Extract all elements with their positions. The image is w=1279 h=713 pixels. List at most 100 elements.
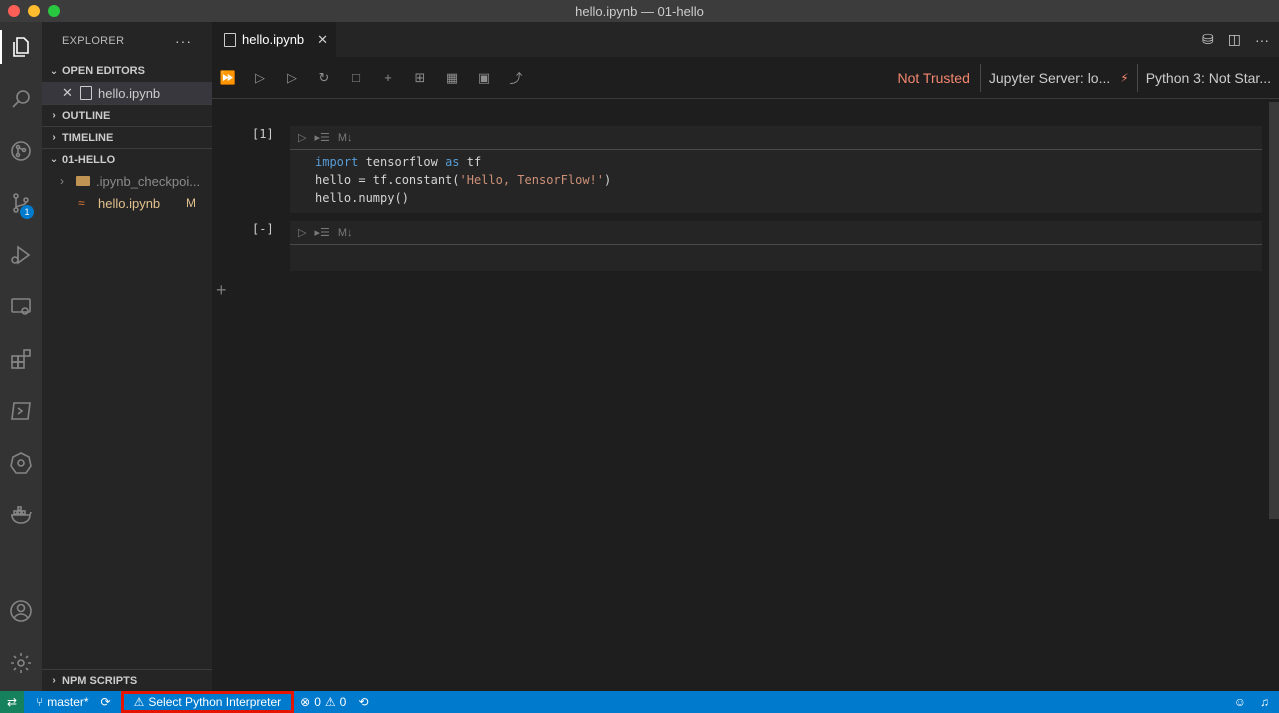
warning-icon: ⚠ [133, 695, 145, 709]
run-debug-icon[interactable] [0, 234, 42, 276]
chevron-right-icon: › [52, 675, 56, 686]
status-bar: ⇄ ⑂ master* ⟳ ⚠ Select Python Interprete… [0, 691, 1279, 713]
cell-type-toggle[interactable]: M↓ [338, 227, 353, 239]
open-editor-item[interactable]: ✕ hello.ipynb [42, 82, 212, 104]
select-interpreter-button[interactable]: ⚠ Select Python Interpreter [120, 691, 295, 713]
settings-icon[interactable] [0, 642, 42, 684]
restart-kernel-icon[interactable]: ↻ [308, 62, 340, 94]
run-cell-icon[interactable]: ▷ [298, 226, 306, 239]
close-window-button[interactable] [8, 5, 20, 17]
folder-label: 01-HELLO [62, 153, 116, 166]
notifications-icon[interactable]: ♫ [1260, 695, 1269, 709]
variables-table-icon[interactable]: ▦ [436, 62, 468, 94]
interrupt-kernel-icon[interactable]: □ [340, 62, 372, 94]
run-below-icon[interactable]: ▷ [276, 62, 308, 94]
not-trusted-button[interactable]: Not Trusted [888, 70, 980, 86]
source-control-icon[interactable] [0, 130, 42, 172]
scrollbar[interactable] [1269, 102, 1279, 519]
editor-actions: ⛁ ◫ ··· [1202, 22, 1275, 57]
clear-outputs-icon[interactable]: ⊞ [404, 62, 436, 94]
open-editor-label: hello.ipynb [98, 85, 161, 101]
code-cell[interactable]: ▷ ▸☰ M↓ import tensorflow as tf hello = … [290, 126, 1262, 213]
folder-section[interactable]: ⌄ 01-HELLO [42, 148, 212, 170]
split-editor-icon[interactable]: ◫ [1228, 31, 1241, 48]
code-cell[interactable]: ▷ ▸☰ M↓ [290, 221, 1262, 271]
docker-icon[interactable] [0, 494, 42, 536]
account-icon[interactable] [0, 590, 42, 632]
maximize-window-button[interactable] [48, 5, 60, 17]
error-icon: ⊗ [300, 695, 311, 709]
save-icon[interactable]: ▣ [468, 62, 500, 94]
extensions-icon[interactable] [0, 338, 42, 380]
problems-button[interactable]: ⊗ 0 ⚠ 0 [294, 691, 352, 713]
sync-button[interactable]: ⟳ [95, 691, 117, 713]
code-token: as [445, 155, 460, 169]
folder-item-checkpoints[interactable]: › .ipynb_checkpoi... [42, 170, 212, 192]
open-editors-section[interactable]: ⌄ OPEN EDITORS [42, 60, 212, 82]
close-icon[interactable]: ✕ [62, 85, 76, 101]
folder-icon [76, 176, 90, 186]
run-all-icon[interactable]: ⏩ [212, 62, 244, 94]
outline-label: OUTLINE [62, 109, 111, 122]
kernel-button[interactable]: Python 3: Not Star... [1136, 64, 1279, 92]
tab-label: hello.ipynb [242, 32, 305, 47]
scm-icon[interactable]: 1 [0, 182, 42, 224]
more-actions-icon[interactable]: ··· [1255, 32, 1269, 48]
branch-button[interactable]: ⑂ master* [30, 691, 95, 713]
more-actions-icon[interactable]: ··· [175, 33, 192, 49]
explorer-icon[interactable] [0, 26, 42, 68]
add-cell-icon[interactable]: + [372, 62, 404, 94]
code-token: ) [604, 173, 612, 187]
terminal-icon[interactable] [0, 390, 42, 432]
jupyter-server-label: Jupyter Server: lo... [988, 70, 1111, 86]
npm-scripts-section[interactable]: › NPM SCRIPTS [42, 669, 212, 691]
chevron-right-icon: › [52, 132, 56, 143]
window-controls [8, 5, 60, 17]
explorer-sidebar: EXPLORER ··· ⌄ OPEN EDITORS ✕ hello.ipyn… [42, 22, 212, 691]
cell-execution-count: [1] [252, 127, 274, 141]
chevron-right-icon: › [60, 174, 64, 188]
code-token: hello = tf.constant( [315, 173, 460, 187]
run-by-line-icon[interactable]: ▸☰ [314, 131, 329, 144]
notebook-icon: ≈ [78, 196, 85, 210]
warning-icon: ⚠ [324, 695, 336, 709]
file-item-hello[interactable]: ≈ hello.ipynb M [42, 192, 212, 214]
explorer-header: EXPLORER ··· [42, 22, 212, 60]
search-icon[interactable] [0, 78, 42, 120]
minimize-window-button[interactable] [28, 5, 40, 17]
history-button[interactable]: ⟲ [352, 691, 374, 713]
scm-badge: 1 [20, 205, 34, 219]
cell-toolbar: ▷ ▸☰ M↓ [290, 126, 1262, 150]
status-right: ☺ ♫ [1234, 695, 1279, 709]
chevron-down-icon: ⌄ [49, 65, 59, 77]
file-item-label: hello.ipynb [98, 195, 161, 211]
close-icon[interactable]: ✕ [317, 32, 328, 48]
tab-bar: hello.ipynb ✕ ⛁ ◫ ··· [212, 22, 1279, 57]
file-icon [224, 32, 236, 47]
variables-icon[interactable]: ⛁ [1202, 31, 1214, 48]
window-title: hello.ipynb — 01-hello [575, 3, 704, 19]
chevron-down-icon: ⌄ [49, 154, 59, 165]
tab-hello-ipynb[interactable]: hello.ipynb ✕ [212, 22, 336, 57]
outline-section[interactable]: › OUTLINE [42, 104, 212, 126]
kubernetes-icon[interactable] [0, 442, 42, 484]
run-by-line-icon[interactable]: ▸☰ [314, 226, 329, 239]
code-editor[interactable]: import tensorflow as tf hello = tf.const… [290, 150, 1262, 213]
add-cell-icon[interactable]: + [216, 280, 227, 301]
timeline-section[interactable]: › TIMELINE [42, 126, 212, 148]
run-cell-icon[interactable]: ▷ [298, 131, 306, 144]
editor-area: hello.ipynb ✕ ⛁ ◫ ··· ⏩ ▷ ▷ ↻ □ + ⊞ ▦ ▣ … [212, 22, 1279, 691]
jupyter-server-button[interactable]: Jupyter Server: lo... ⚡ [979, 64, 1137, 92]
cell-type-toggle[interactable]: M↓ [338, 132, 353, 144]
chevron-right-icon: › [52, 110, 56, 121]
error-count: 0 [314, 695, 321, 709]
run-above-icon[interactable]: ▷ [244, 62, 276, 94]
remote-icon[interactable]: ⇄ [0, 691, 24, 713]
code-token: tensorflow [358, 155, 446, 169]
code-token: 'Hello, TensorFlow!' [459, 173, 605, 187]
feedback-icon[interactable]: ☺ [1234, 695, 1246, 709]
code-token: tf [459, 155, 482, 169]
remote-explorer-icon[interactable] [0, 286, 42, 328]
export-icon[interactable]: ⤴ [500, 62, 532, 94]
interpreter-label: Select Python Interpreter [148, 695, 282, 709]
